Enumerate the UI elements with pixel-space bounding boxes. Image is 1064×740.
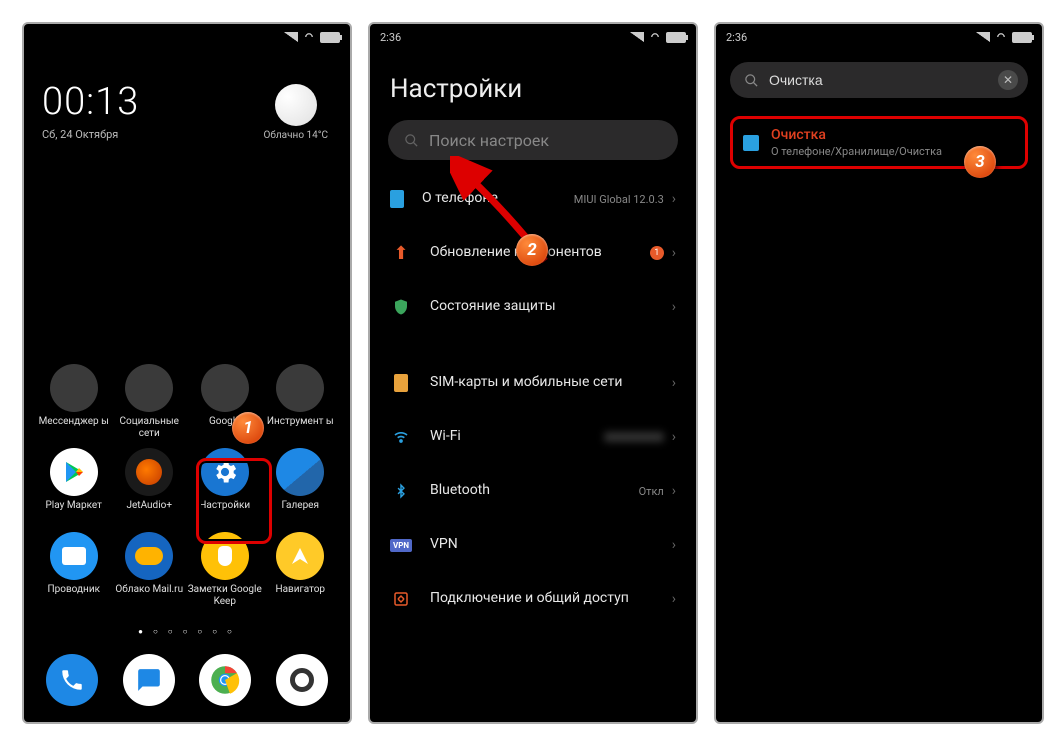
dock-phone[interactable] [46, 654, 98, 706]
gallery-icon [276, 448, 324, 496]
dock-messages[interactable] [123, 654, 175, 706]
app-gallery[interactable]: Галерея [263, 448, 339, 524]
status-bar: 2:36 [716, 24, 1042, 50]
app-navigator[interactable]: Навигатор [263, 532, 339, 608]
status-bar [24, 24, 350, 50]
jetaudio-icon [136, 459, 162, 485]
chevron-right-icon: › [672, 429, 676, 445]
search-icon [744, 73, 759, 88]
item-security-status[interactable]: Состояние защиты› [370, 280, 696, 334]
app-folder-tools[interactable]: Инструмент ы [263, 364, 339, 440]
wifi-icon [390, 426, 412, 448]
result-title: Очистка [771, 127, 942, 143]
search-input[interactable] [767, 71, 990, 89]
app-settings[interactable]: Настройки [187, 448, 263, 524]
badge-count: 1 [650, 246, 664, 260]
dock-chrome[interactable] [199, 654, 251, 706]
signal-icon [976, 32, 990, 42]
signal-icon [284, 32, 298, 42]
search-icon [404, 133, 419, 148]
gear-icon [211, 458, 239, 486]
battery-icon [320, 32, 340, 43]
settings-list: О телефонеMIUI Global 12.0.3› ⬆Обновлени… [370, 172, 696, 626]
wifi-icon [995, 31, 1006, 42]
chrome-icon [210, 665, 240, 695]
search-result-cleanup[interactable]: Очистка О телефоне/Хранилище/Очистка [730, 116, 1028, 169]
phone-icon [59, 667, 85, 693]
item-wifi[interactable]: Wi-Fi› [370, 410, 696, 464]
play-icon [61, 459, 87, 485]
item-vpn[interactable]: VPNVPN› [370, 518, 696, 572]
app-play-market[interactable]: Play Маркет [36, 448, 112, 524]
battery-icon [1012, 32, 1032, 43]
vpn-icon: VPN [390, 534, 412, 556]
app-folder-google[interactable]: Google [187, 364, 263, 440]
sim-icon [390, 372, 412, 394]
clear-button[interactable]: ✕ [998, 70, 1018, 90]
wifi-icon [303, 31, 314, 42]
chevron-right-icon: › [672, 483, 676, 499]
clock-time: 00:13 [42, 80, 139, 124]
chevron-right-icon: › [672, 245, 676, 261]
battery-icon [666, 32, 686, 43]
arrow-icon [288, 544, 312, 568]
phone-search-result: 2:36 ✕ Очистка О телефоне/Хранилище/Очис… [714, 22, 1044, 724]
app-folder-social[interactable]: Социальные сети [112, 364, 188, 440]
app-folder-messengers[interactable]: Мессенджер ы [36, 364, 112, 440]
message-icon [136, 667, 162, 693]
item-sim-networks[interactable]: SIM-карты и мобильные сети› [370, 356, 696, 410]
phone-settings: 2:36 Настройки Поиск настроек О телефоне… [368, 22, 698, 724]
wifi-value-blurred [604, 432, 664, 442]
phone-rect-icon [390, 190, 404, 208]
share-icon [390, 588, 412, 610]
signal-icon [630, 32, 644, 42]
chevron-right-icon: › [672, 591, 676, 607]
page-title: Настройки [370, 50, 696, 120]
upload-icon: ⬆ [390, 242, 412, 264]
chevron-right-icon: › [672, 299, 676, 315]
phone-home: 00:13 Сб, 24 Октября Облачно 14°C Мессен… [22, 22, 352, 724]
shield-icon [390, 296, 412, 318]
status-bar: 2:36 [370, 24, 696, 50]
app-mailru-cloud[interactable]: Облако Mail.ru [112, 532, 188, 608]
item-connection-sharing[interactable]: Подключение и общий доступ› [370, 572, 696, 626]
weather-widget[interactable]: Облачно 14°C [263, 84, 328, 141]
status-time: 2:36 [726, 31, 747, 44]
settings-search[interactable]: Поиск настроек [388, 120, 678, 160]
cloud-icon [135, 547, 163, 565]
dock [24, 654, 350, 706]
search-field[interactable]: ✕ [730, 62, 1028, 98]
app-keep-notes[interactable]: Заметки Google Keep [187, 532, 263, 608]
item-about-phone[interactable]: О телефонеMIUI Global 12.0.3› [370, 172, 696, 226]
clock-date: Сб, 24 Октября [42, 128, 139, 141]
app-grid: Мессенджер ы Социальные сети Google Инст… [24, 364, 350, 608]
bluetooth-icon [390, 480, 412, 502]
chevron-right-icon: › [672, 191, 676, 207]
status-time: 2:36 [380, 31, 401, 44]
bulb-icon [218, 546, 232, 566]
search-placeholder: Поиск настроек [429, 131, 549, 150]
camera-icon [290, 668, 314, 692]
chevron-right-icon: › [672, 375, 676, 391]
result-path: О телефоне/Хранилище/Очистка [771, 145, 942, 158]
item-component-updates[interactable]: ⬆Обновление компонентов1› [370, 226, 696, 280]
result-icon [743, 135, 759, 151]
dock-camera[interactable] [276, 654, 328, 706]
app-file-manager[interactable]: Проводник [36, 532, 112, 608]
weather-icon [275, 84, 317, 126]
folder-icon [62, 547, 86, 565]
page-dots: ● ○ ○ ○ ○ ○ ○ [24, 627, 350, 636]
item-bluetooth[interactable]: BluetoothОткл› [370, 464, 696, 518]
weather-text: Облачно 14°C [263, 130, 328, 141]
clock-widget[interactable]: 00:13 Сб, 24 Октября [42, 80, 139, 141]
app-jetaudio[interactable]: JetAudio+ [112, 448, 188, 524]
wifi-icon [649, 31, 660, 42]
chevron-right-icon: › [672, 537, 676, 553]
